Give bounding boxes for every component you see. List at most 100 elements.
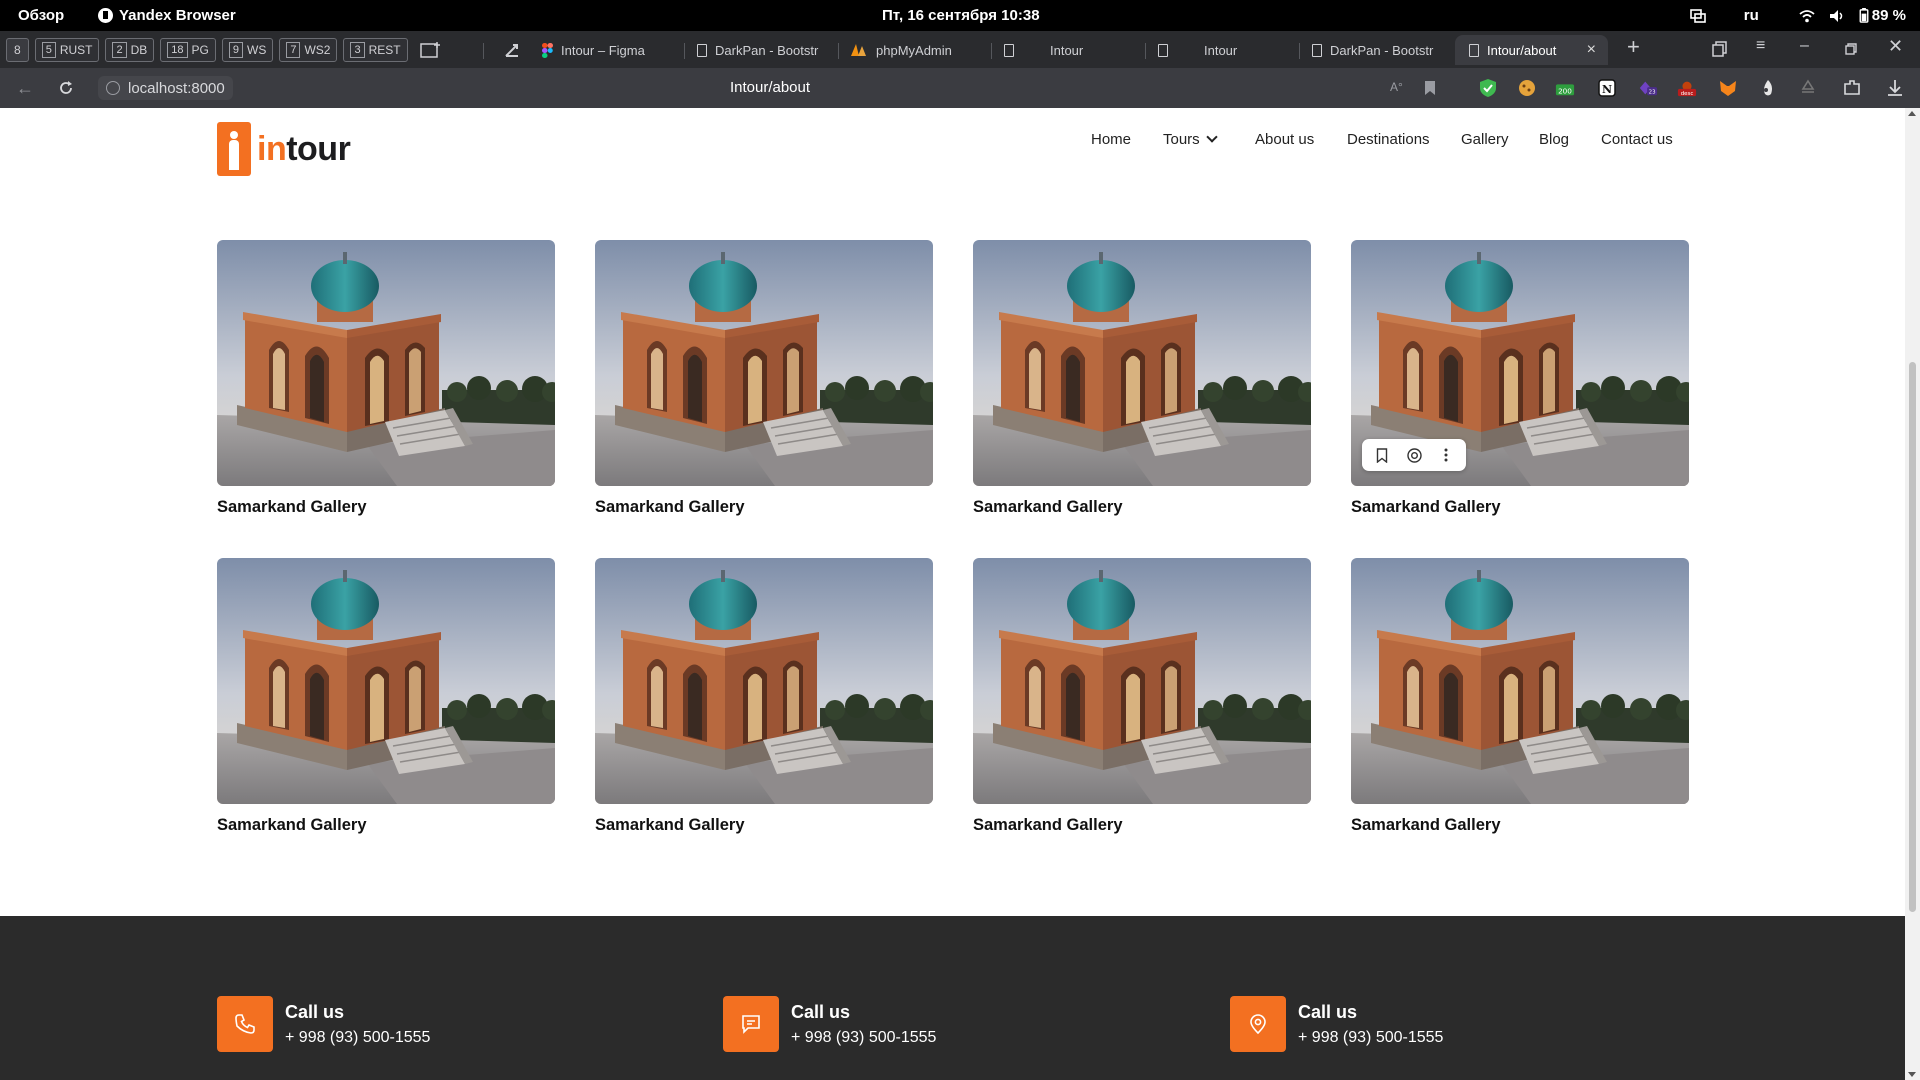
nav-gallery[interactable]: Gallery — [1461, 131, 1509, 148]
save-image-bookmark-icon[interactable] — [1366, 439, 1398, 471]
new-workspace-icon[interactable] — [419, 41, 442, 59]
tab-darkpan-2[interactable]: DarkPan - Bootstr — [1298, 35, 1448, 65]
tab-intour-2[interactable]: Intour — [1144, 35, 1294, 65]
gallery-card[interactable]: Samarkand Gallery — [595, 240, 933, 517]
gallery-card[interactable]: Samarkand Gallery — [973, 558, 1311, 835]
gallery-card[interactable]: Samarkand Gallery — [217, 240, 555, 517]
bookmark-icon[interactable] — [1424, 80, 1436, 96]
gallery-image[interactable] — [595, 558, 933, 804]
clock[interactable]: Пт, 16 сентября 10:38 — [882, 7, 1040, 24]
wifi-icon[interactable] — [1799, 9, 1815, 23]
system-tray[interactable]: ru 89 % — [1689, 0, 1906, 31]
page-title-display: Intour/about — [729, 79, 811, 96]
contact-value: + 998 (93) 500-1555 — [791, 1028, 937, 1046]
phpmyadmin-icon — [851, 44, 866, 56]
footer-contact-message[interactable]: Call us + 998 (93) 500-1555 — [723, 996, 936, 1052]
pinned-tab-icon[interactable] — [504, 42, 520, 58]
nav-blog[interactable]: Blog — [1539, 131, 1569, 148]
nav-destinations[interactable]: Destinations — [1347, 131, 1430, 148]
nav-tours[interactable]: Tours — [1163, 130, 1218, 148]
workspace-ws2[interactable]: 7 WS2 — [279, 37, 338, 62]
more-options-icon[interactable] — [1430, 439, 1462, 471]
tasks-extension-icon[interactable]: 23 — [1638, 78, 1658, 98]
gallery-image[interactable] — [595, 240, 933, 486]
gallery-image[interactable] — [1351, 558, 1689, 804]
gallery-card[interactable]: Samarkand Gallery — [595, 558, 933, 835]
document-icon — [1004, 43, 1014, 57]
desc-extension-icon[interactable]: desc — [1677, 78, 1697, 98]
screen-share-icon[interactable] — [1689, 8, 1706, 23]
new-tab-button[interactable]: + — [1627, 34, 1640, 60]
adblock-shield-icon[interactable] — [1478, 78, 1498, 98]
gallery-image[interactable] — [217, 558, 555, 804]
translate-icon[interactable]: A° — [1390, 80, 1403, 94]
scroll-down-icon[interactable] — [1908, 1072, 1916, 1077]
image-search-icon[interactable] — [1398, 439, 1430, 471]
volume-icon[interactable] — [1829, 9, 1845, 23]
contact-value: + 998 (93) 500-1555 — [1298, 1028, 1444, 1046]
tab-phpmyadmin[interactable]: phpMyAdmin — [836, 35, 986, 65]
collections-icon[interactable] — [1712, 41, 1728, 57]
chevron-down-icon — [1206, 130, 1218, 143]
cookie-extension-icon[interactable] — [1517, 78, 1537, 98]
workspace-8[interactable]: 8 — [6, 37, 29, 62]
page-scrollbar[interactable] — [1905, 108, 1920, 1080]
message-icon — [723, 996, 779, 1052]
svg-text:23: 23 — [1649, 89, 1656, 95]
gallery-card[interactable]: Samarkand Gallery — [973, 240, 1311, 517]
workspace-pg[interactable]: 18 PG — [160, 37, 216, 62]
restore-icon[interactable] — [1845, 43, 1857, 55]
gallery-image[interactable] — [973, 240, 1311, 486]
nav-about-us[interactable]: About us — [1255, 131, 1314, 148]
close-tab-icon[interactable]: × — [1587, 41, 1596, 59]
gallery-image[interactable] — [973, 558, 1311, 804]
workspace-number: 9 — [228, 41, 243, 58]
workspace-rust[interactable]: 5 RUST — [34, 37, 100, 62]
gallery-caption: Samarkand Gallery — [973, 498, 1123, 516]
recycle-extension-icon[interactable] — [1798, 78, 1818, 98]
logo-word-tour: tour — [286, 129, 351, 168]
menu-icon[interactable]: ≡ — [1756, 37, 1765, 55]
gallery-caption: Samarkand Gallery — [595, 498, 745, 516]
tab-darkpan-1[interactable]: DarkPan - Bootstr — [683, 35, 833, 65]
notion-icon[interactable]: N — [1597, 78, 1617, 98]
active-app-menu[interactable]: Yandex Browser — [98, 7, 236, 24]
workspace-rest[interactable]: 3 REST — [343, 37, 408, 62]
footer-contact-location[interactable]: Call us + 998 (93) 500-1555 — [1230, 996, 1443, 1052]
minimize-icon[interactable]: – — [1800, 37, 1809, 55]
battery-percent: 89 % — [1871, 7, 1906, 24]
document-icon — [1312, 43, 1322, 57]
activities-button[interactable]: Обзор — [18, 7, 64, 24]
status-extension-icon[interactable]: 200 — [1555, 78, 1575, 98]
gallery-card[interactable]: Samarkand Gallery — [1351, 558, 1689, 835]
battery-indicator[interactable]: 89 % — [1859, 7, 1906, 24]
intour-logo[interactable]: intour — [217, 122, 351, 176]
workspace-db[interactable]: 2 DB — [105, 37, 155, 62]
metamask-fox-icon[interactable] — [1718, 78, 1738, 98]
document-icon — [1158, 43, 1168, 57]
close-window-icon[interactable]: ✕ — [1888, 36, 1903, 57]
workspace-number: 3 — [350, 41, 365, 58]
scroll-up-icon[interactable] — [1908, 111, 1916, 116]
keyboard-layout[interactable]: ru — [1744, 7, 1759, 24]
contact-title: Call us — [791, 1001, 851, 1022]
gallery-image[interactable] — [217, 240, 555, 486]
tab-title: Intour — [1204, 42, 1238, 58]
active-app-name: Yandex Browser — [119, 7, 236, 24]
footer-contact-phone[interactable]: Call us + 998 (93) 500-1555 — [217, 996, 430, 1052]
logo-wordmark: intour — [257, 129, 351, 169]
extensions-puzzle-icon[interactable] — [1842, 78, 1862, 98]
nav-contact-us[interactable]: Contact us — [1601, 131, 1673, 148]
gallery-card[interactable]: Samarkand Gallery — [217, 558, 555, 835]
scrollbar-thumb[interactable] — [1909, 362, 1916, 912]
flame-extension-icon[interactable] — [1758, 78, 1778, 98]
tab-title: Intour – Figma — [561, 42, 645, 58]
tab-intour-about[interactable]: Intour/about × — [1455, 35, 1608, 65]
tab-intour-figma[interactable]: Intour – Figma — [528, 35, 678, 65]
workspace-ws[interactable]: 9 WS — [221, 37, 274, 62]
tab-intour-1[interactable]: Intour — [990, 35, 1140, 65]
download-icon[interactable] — [1885, 78, 1905, 98]
gallery-card[interactable]: Samarkand Gallery — [1351, 240, 1689, 517]
nav-home[interactable]: Home — [1091, 131, 1131, 148]
os-top-bar: Обзор Yandex Browser Пт, 16 сентября 10:… — [0, 0, 1920, 31]
